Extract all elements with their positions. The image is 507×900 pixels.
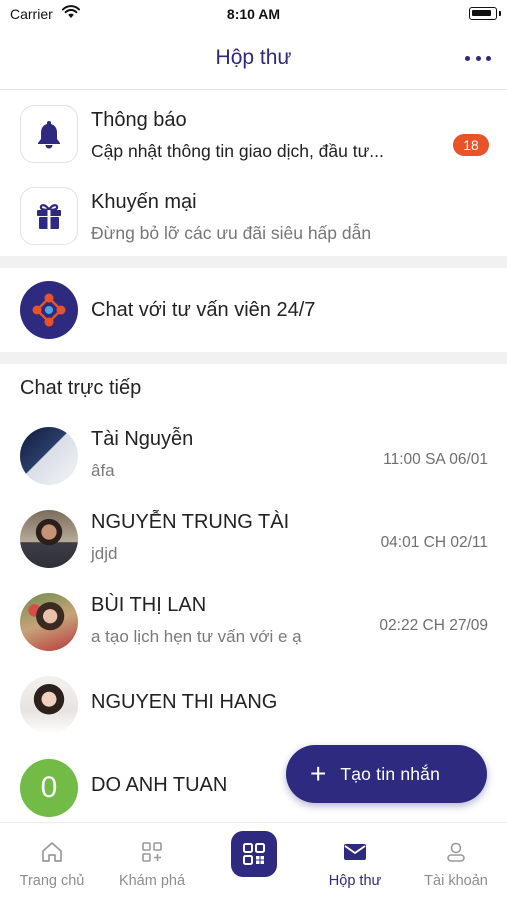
section-divider	[0, 352, 507, 364]
advisor-chat-row[interactable]: Chat với tư vấn viên 24/7	[0, 268, 507, 352]
avatar: 0	[20, 759, 78, 817]
battery-icon	[469, 7, 501, 20]
nav-label: Hộp thư	[328, 873, 382, 889]
chat-timestamp: 11:00 SA 06/01	[383, 451, 488, 468]
chat-contact-name: BÙI THỊ LAN	[91, 594, 207, 616]
notification-title: Khuyến mại	[91, 191, 197, 213]
chat-list-item[interactable]: Tài Nguyễn âfa 11:00 SA 06/01	[0, 415, 507, 498]
notification-row-promotions[interactable]: Khuyến mại Đừng bỏ lỡ các ưu đãi siêu hấ…	[0, 174, 507, 256]
nav-tab-home[interactable]: Trang chủ	[14, 823, 90, 900]
clock: 8:10 AM	[226, 6, 281, 22]
notification-subtitle: Đừng bỏ lỡ các ưu đãi siêu hấp dẫn	[91, 223, 372, 243]
avatar	[20, 510, 78, 568]
nav-tab-account[interactable]: Tài khoản	[416, 823, 496, 900]
more-dot-icon	[475, 55, 481, 61]
chat-timestamp: 02:22 CH 27/09	[379, 617, 488, 634]
chat-timestamp: 04:01 CH 02/11	[380, 534, 488, 551]
gift-icon	[20, 187, 78, 245]
nav-label: Khám phá	[118, 873, 186, 889]
more-dot-icon	[465, 55, 470, 61]
more-options-button[interactable]	[465, 48, 491, 68]
home-icon	[40, 839, 64, 865]
notification-subtitle: Cập nhật thông tin giao dịch, đầu tư...	[91, 141, 384, 161]
bottom-navigation: Trang chủ Khám phá Hộp thư Tài khoản	[0, 822, 507, 900]
page-title: Hộp thư	[215, 46, 292, 69]
qr-scan-icon	[243, 843, 265, 865]
avatar	[20, 593, 78, 651]
app-header: Hộp thư	[0, 30, 507, 90]
bell-icon	[20, 105, 78, 163]
chat-last-message: âfa	[91, 461, 115, 480]
nav-tab-inbox[interactable]: Hộp thư	[318, 823, 392, 900]
live-chat-heading: Chat trực tiếp	[20, 377, 142, 399]
chat-last-message: jdjd	[91, 544, 118, 563]
mail-icon	[342, 839, 368, 865]
chat-list-item[interactable]: NGUYỄN TRUNG TÀI jdjd 04:01 CH 02/11	[0, 498, 507, 581]
plus-icon: +	[310, 758, 327, 789]
account-icon	[444, 839, 468, 865]
explore-icon	[140, 839, 164, 865]
nav-label: Trang chủ	[19, 873, 85, 889]
avatar	[20, 427, 78, 485]
avatar	[20, 676, 78, 734]
advisor-network-icon	[20, 281, 78, 339]
create-message-label: Tạo tin nhắn	[340, 763, 441, 784]
chat-last-message: a tạo lịch hẹn tư vấn với e ạ	[91, 627, 302, 646]
unread-count-badge: 18	[453, 134, 489, 156]
more-dot-icon	[486, 55, 491, 61]
status-bar: Carrier 8:10 AM	[0, 0, 507, 30]
chat-contact-name: NGUYEN THI HANG	[91, 691, 278, 713]
qr-scan-button[interactable]	[231, 831, 277, 877]
chat-list-item[interactable]: NGUYEN THI HANG	[0, 664, 507, 747]
advisor-chat-label: Chat với tư vấn viên 24/7	[91, 299, 316, 321]
section-divider	[0, 256, 507, 268]
chat-contact-name: NGUYỄN TRUNG TÀI	[91, 511, 290, 533]
chat-contact-name: Tài Nguyễn	[91, 428, 194, 450]
notification-title: Thông báo	[91, 109, 187, 131]
nav-tab-explore[interactable]: Khám phá	[112, 823, 192, 900]
nav-label: Tài khoản	[424, 873, 488, 889]
chat-list-item[interactable]: BÙI THỊ LAN a tạo lịch hẹn tư vấn với e …	[0, 581, 507, 664]
notification-row-announcements[interactable]: Thông báo Cập nhật thông tin giao dịch, …	[0, 92, 507, 174]
create-message-button[interactable]: + Tạo tin nhắn	[286, 745, 487, 803]
chat-contact-name: DO ANH TUAN	[91, 774, 228, 796]
